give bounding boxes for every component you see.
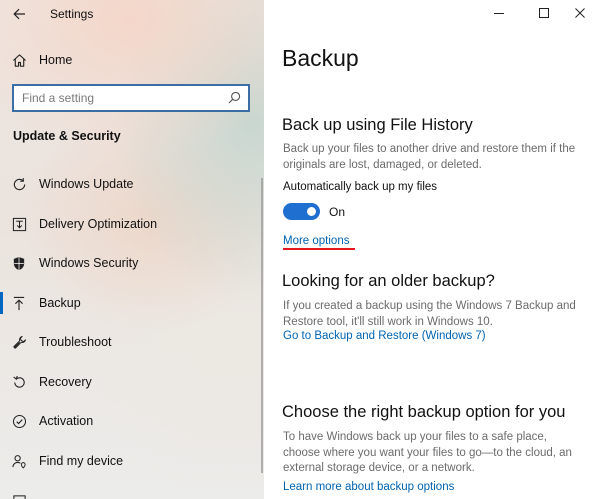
close-button[interactable]: [571, 4, 589, 22]
auto-backup-toggle[interactable]: [283, 203, 320, 220]
file-history-heading: Back up using File History: [282, 116, 473, 134]
right-option-description: To have Windows back up your files to a …: [283, 431, 572, 474]
backup-upload-icon: [11, 295, 27, 311]
nav-item-activation[interactable]: Activation: [0, 408, 264, 434]
nav-home[interactable]: Home: [0, 48, 264, 72]
maximize-button[interactable]: [535, 4, 553, 22]
refresh-icon: [11, 176, 27, 192]
activation-check-icon: [11, 413, 27, 429]
toggle-state-label: On: [329, 205, 346, 219]
search-box[interactable]: [12, 84, 250, 112]
partial-item-icon: [11, 493, 27, 499]
search-input[interactable]: [22, 90, 218, 106]
nav-item-windows-update[interactable]: Windows Update: [0, 171, 264, 197]
right-option-heading: Choose the right backup option for you: [282, 403, 566, 421]
file-history-description: Back up your files to another drive and …: [283, 143, 576, 171]
nav-item-label: Recovery: [39, 375, 92, 389]
page-title: Backup: [282, 45, 359, 71]
wrench-icon: [11, 334, 27, 350]
toggle-knob: [307, 207, 316, 216]
scrollbar[interactable]: [261, 178, 263, 473]
close-icon: [575, 8, 585, 18]
nav-item-label: Find my device: [39, 454, 124, 468]
nav-item-recovery[interactable]: Recovery: [0, 369, 264, 395]
nav-item-find-my-device[interactable]: Find my device: [0, 448, 264, 474]
shield-icon: [11, 255, 27, 271]
content-pane: Backup Back up using File History Back u…: [264, 0, 600, 499]
back-arrow-icon: [12, 8, 25, 20]
annotation-underline: [283, 248, 355, 250]
recovery-icon: [11, 374, 27, 390]
minimize-icon: [494, 13, 504, 14]
nav-item-windows-security[interactable]: Windows Security: [0, 250, 264, 276]
home-icon: [11, 52, 27, 68]
older-backup-heading: Looking for an older backup?: [282, 272, 495, 290]
learn-more-link[interactable]: Learn more about backup options: [283, 481, 454, 493]
nav-item-label: Windows Security: [39, 256, 139, 270]
nav-item-label: Troubleshoot: [39, 335, 112, 349]
nav-item-label: Windows Update: [39, 177, 134, 191]
navigation-pane: Settings Home Update & Security Windows …: [0, 0, 264, 499]
nav-item-backup[interactable]: Backup: [0, 290, 264, 316]
search-icon[interactable]: [228, 91, 242, 105]
app-title: Settings: [50, 7, 94, 21]
maximize-icon: [539, 8, 549, 18]
nav-home-label: Home: [39, 53, 73, 67]
nav-item-delivery-optimization[interactable]: Delivery Optimization: [0, 211, 264, 237]
title-bar-left: Settings: [0, 0, 264, 30]
nav-item-troubleshoot[interactable]: Troubleshoot: [0, 329, 264, 355]
section-heading: Update & Security: [13, 129, 121, 143]
nav-item-cut-off[interactable]: [0, 488, 264, 499]
delivery-optimization-icon: [11, 216, 27, 232]
selected-indicator: [0, 292, 3, 314]
backup-and-restore-link[interactable]: Go to Backup and Restore (Windows 7): [283, 330, 486, 342]
nav-item-label: Activation: [39, 414, 94, 428]
more-options-link[interactable]: More options: [283, 235, 349, 247]
auto-backup-label: Automatically back up my files: [283, 181, 438, 193]
person-location-icon: [11, 453, 27, 469]
older-backup-description: If you created a backup using the Window…: [283, 300, 576, 328]
back-button[interactable]: [6, 3, 32, 25]
nav-item-label: Backup: [39, 296, 81, 310]
nav-item-label: Delivery Optimization: [39, 217, 158, 231]
minimize-button[interactable]: [490, 4, 508, 22]
